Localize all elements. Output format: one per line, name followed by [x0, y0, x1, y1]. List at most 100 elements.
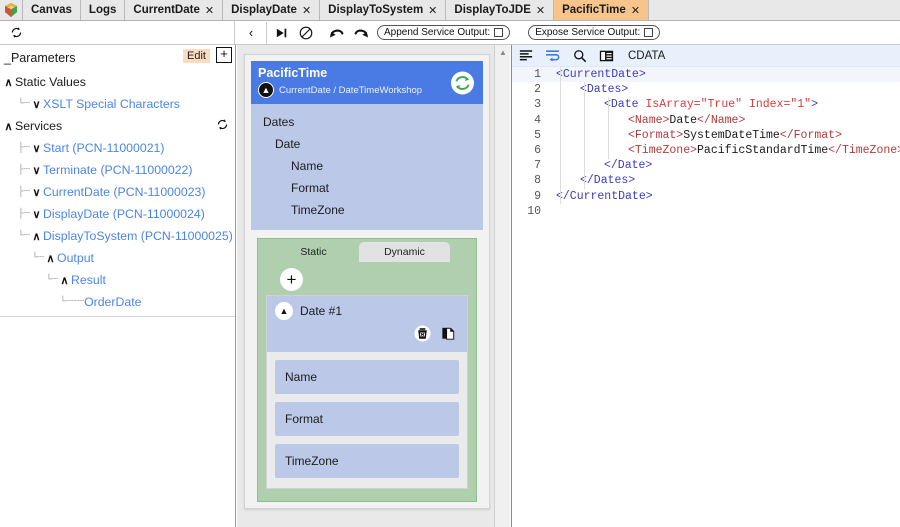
- line-number: 9: [534, 189, 541, 203]
- sidebar-item-terminate[interactable]: ├┈ ∨ Terminate (PCN-11000022): [0, 159, 235, 181]
- tab-pacifictime[interactable]: PacificTime ✕: [553, 0, 649, 20]
- search-icon[interactable]: [570, 47, 589, 65]
- tab-label: PacificTime: [562, 4, 626, 16]
- code-token: </TimeZone>: [828, 143, 900, 157]
- service-card-panel: PacificTime ▲ CurrentDate / DateTimeWork…: [237, 45, 510, 527]
- word-wrap-icon[interactable]: [543, 47, 562, 65]
- expose-service-output-toggle[interactable]: Expose Service Output:: [528, 25, 661, 40]
- add-parameter-button[interactable]: +: [216, 47, 232, 63]
- code-line[interactable]: 7 </Date>: [512, 158, 900, 173]
- undo-button[interactable]: [325, 22, 349, 44]
- sidebar-item-displaytosystem[interactable]: └┈ ∧ DisplayToSystem (PCN-11000025): [0, 225, 235, 247]
- stop-button[interactable]: [294, 22, 318, 44]
- code-line[interactable]: 1 <CurrentDate>: [512, 67, 900, 83]
- chevron-down-icon[interactable]: ∨: [30, 164, 43, 177]
- add-entry-button[interactable]: +: [280, 268, 303, 291]
- middle-scrollbar[interactable]: ▲: [494, 45, 510, 527]
- xml-code-area[interactable]: 1 <CurrentDate> 2 <Dates> 3 <Date IsArray="Tr…: [512, 67, 900, 219]
- append-service-output-toggle[interactable]: Append Service Output:: [377, 25, 511, 40]
- chevron-up-icon[interactable]: ∧: [44, 252, 57, 265]
- tree-guide: ├┈: [18, 187, 31, 198]
- parameters-tree: ∧ Static Values └┈ ∨ XSLT Special Characters…: [0, 71, 235, 313]
- chevron-up-icon[interactable]: ▲: [275, 302, 293, 320]
- sidebar-item-orderdate[interactable]: └┈┈┈ OrderDate: [0, 291, 235, 313]
- tab-currentdate[interactable]: CurrentDate ✕: [124, 0, 223, 20]
- append-service-output-label: Append Service Output:: [384, 27, 491, 38]
- close-icon[interactable]: ✕: [302, 4, 311, 17]
- copy-icon[interactable]: [440, 325, 457, 347]
- chevron-up-icon[interactable]: ∧: [2, 76, 15, 89]
- sync-icon[interactable]: [451, 71, 474, 94]
- chevron-up-icon[interactable]: ∧: [30, 230, 43, 243]
- code-text: </Date>: [548, 158, 652, 173]
- tab-static[interactable]: Static: [268, 242, 359, 262]
- chevron-down-icon[interactable]: ∨: [30, 208, 43, 221]
- tab-displaytojde[interactable]: DisplayToJDE ✕: [445, 0, 554, 20]
- chevron-down-icon[interactable]: ∨: [30, 98, 43, 111]
- close-icon[interactable]: ✕: [205, 4, 214, 17]
- entry-row-timezone[interactable]: TimeZone: [275, 444, 459, 478]
- chevron-up-icon[interactable]: ∧: [58, 274, 71, 287]
- tab-label: DisplayDate: [231, 4, 297, 16]
- sidebar-item-start[interactable]: ├┈ ∨ Start (PCN-11000021): [0, 137, 235, 159]
- toolbar-left-group: [0, 20, 235, 45]
- close-icon[interactable]: ✕: [428, 4, 437, 17]
- code-line[interactable]: 10: [512, 204, 900, 219]
- card-field-dates[interactable]: Dates: [251, 111, 483, 133]
- line-number: 3: [534, 98, 541, 112]
- code-line[interactable]: 2 <Dates>: [512, 82, 900, 97]
- sidebar-item-label: CurrentDate (PCN-11000023): [43, 185, 206, 199]
- tab-label: Canvas: [31, 4, 72, 16]
- code-line[interactable]: 3 <Date IsArray="True" Index="1">: [512, 97, 900, 112]
- expose-service-output-checkbox[interactable]: [644, 28, 654, 37]
- redo-button[interactable]: [349, 22, 373, 44]
- sidebar-item-currentdate[interactable]: ├┈ ∨ CurrentDate (PCN-11000023): [0, 181, 235, 203]
- entry-row-name[interactable]: Name: [275, 360, 459, 394]
- card-field-date[interactable]: Date: [251, 133, 483, 155]
- chevron-up-icon[interactable]: ▲: [258, 82, 274, 98]
- chevron-down-icon[interactable]: ∨: [30, 186, 43, 199]
- code-token: Date: [669, 113, 698, 127]
- append-service-output-checkbox[interactable]: [494, 28, 504, 37]
- edit-button[interactable]: Edit: [183, 49, 210, 63]
- entry-row-format[interactable]: Format: [275, 402, 459, 436]
- card-field-format[interactable]: Format: [251, 177, 483, 199]
- sidebar-item-services[interactable]: ∧ Services: [0, 115, 235, 137]
- sidebar-item-static[interactable]: ∧ Static Values: [0, 71, 235, 93]
- code-text: <Date IsArray="True" Index="1">: [548, 97, 818, 112]
- code-line[interactable]: 8 </Dates>: [512, 173, 900, 188]
- code-line[interactable]: 4 <Name>Date</Name>: [512, 113, 900, 128]
- tab-dynamic[interactable]: Dynamic: [359, 242, 450, 262]
- card-field-timezone[interactable]: TimeZone: [251, 199, 483, 221]
- code-line[interactable]: 5 <Format>SystemDateTime</Format>: [512, 128, 900, 143]
- step-button[interactable]: [270, 22, 294, 44]
- sidebar-item-displaydate[interactable]: ├┈ ∨ DisplayDate (PCN-11000024): [0, 203, 235, 225]
- refresh-icon[interactable]: [4, 22, 28, 44]
- tab-bar-filler: [648, 0, 900, 20]
- back-button[interactable]: ‹: [239, 22, 263, 44]
- tab-displaydate[interactable]: DisplayDate ✕: [222, 0, 320, 20]
- sidebar-item-output[interactable]: └┈ ∧ Output: [0, 247, 235, 269]
- chevron-up-icon[interactable]: ∧: [2, 120, 15, 133]
- sidebar-item-result[interactable]: └┈ ∧ Result: [0, 269, 235, 291]
- code-line[interactable]: 9 </CurrentDate>: [512, 189, 900, 204]
- code-line[interactable]: 6 <TimeZone>PacificStandardTime</TimeZone…: [512, 143, 900, 158]
- scroll-up-icon[interactable]: ▲: [495, 45, 510, 59]
- sidebar-item-label: DisplayToSystem (PCN-11000025): [43, 229, 233, 243]
- delete-icon[interactable]: [414, 325, 431, 347]
- code-text: </CurrentDate>: [548, 189, 653, 204]
- split-panel-icon[interactable]: [597, 47, 616, 65]
- sidebar-item-xslt[interactable]: └┈ ∨ XSLT Special Characters: [0, 93, 235, 115]
- static-dynamic-block: Static Dynamic + ▲ Date #1 Name Format T…: [257, 238, 477, 502]
- card-field-name[interactable]: Name: [251, 155, 483, 177]
- chevron-down-icon[interactable]: ∨: [30, 142, 43, 155]
- close-icon[interactable]: ✕: [631, 4, 640, 17]
- close-icon[interactable]: ✕: [536, 4, 545, 17]
- refresh-services-icon[interactable]: [216, 118, 229, 134]
- tab-logs[interactable]: Logs: [79, 0, 125, 20]
- align-left-icon[interactable]: [516, 47, 535, 65]
- tab-displaytosystem[interactable]: DisplayToSystem ✕: [319, 0, 446, 20]
- xml-editor-panel: CDATA 1 <CurrentDate> 2 <Dates> 3 <Date IsArr…: [511, 45, 900, 527]
- code-token: <CurrentDate>: [556, 68, 646, 81]
- tab-canvas[interactable]: Canvas: [22, 0, 80, 20]
